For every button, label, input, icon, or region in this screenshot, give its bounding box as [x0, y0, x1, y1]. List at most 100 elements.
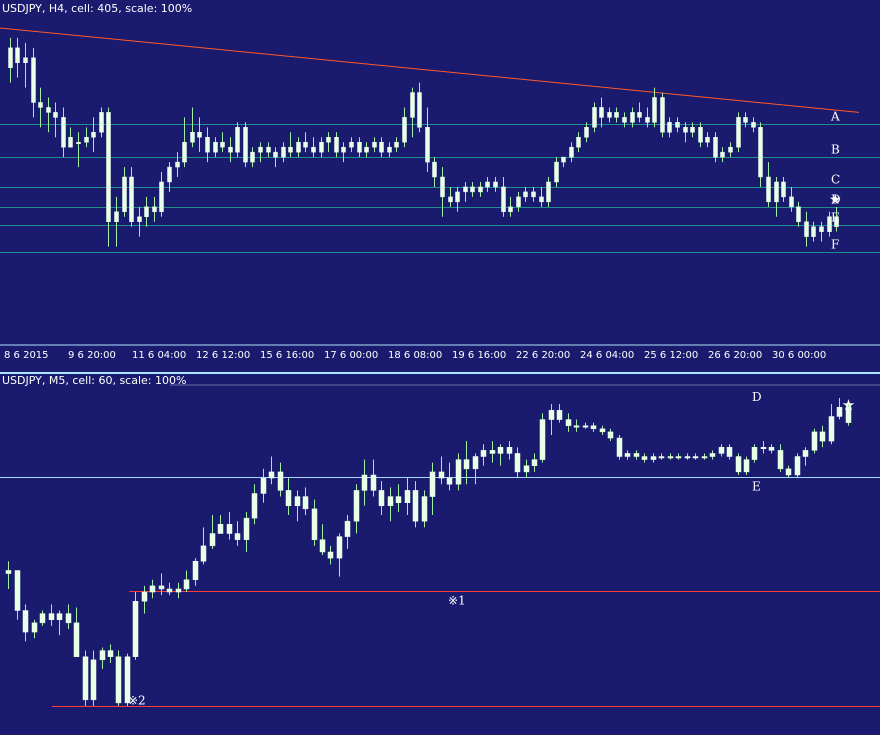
h4-candle-body — [758, 127, 763, 178]
m5-candle-body — [209, 533, 216, 547]
h4-candle — [243, 122, 248, 168]
m5-candle-body — [802, 450, 809, 457]
h4-candle-body — [250, 151, 255, 163]
h4-candle-body — [448, 196, 453, 203]
m5-candle-body — [107, 650, 114, 657]
m5-candle-body — [234, 533, 241, 540]
m5-candle-body — [192, 560, 199, 580]
m5-candle-body — [361, 474, 368, 491]
h4-candle-body — [341, 146, 346, 153]
h4-candle-body — [508, 206, 513, 213]
m5-candle-body — [667, 456, 674, 459]
h4-candle-body — [675, 122, 680, 128]
m5-candle-body — [149, 585, 156, 593]
h4-candle-body — [827, 216, 832, 232]
h4-x-tick-label: 8 6 2015 — [4, 350, 49, 361]
m5-candle-body — [463, 459, 470, 470]
m5-candle-body — [378, 490, 385, 507]
m5-candle-body — [90, 659, 97, 701]
h4-level-label-c: C — [831, 173, 840, 187]
m5-candle-body — [158, 585, 165, 590]
h4-candle-body — [660, 97, 665, 133]
h4-candle-body — [652, 97, 657, 123]
m5-candle-body — [200, 545, 207, 562]
h4-candle-body — [743, 117, 748, 123]
m5-candle-body — [73, 622, 80, 657]
h4-candle-body — [114, 211, 119, 222]
h4-candle-body — [91, 132, 96, 138]
h4-candle-body — [129, 176, 134, 222]
m5-candle-body — [421, 496, 428, 522]
h4-candle-body — [531, 191, 536, 198]
h4-candle-body — [53, 112, 58, 118]
h4-candle-body — [15, 47, 20, 63]
h4-candle-body — [311, 146, 316, 153]
m5-candle-body — [22, 610, 29, 633]
m5-candle-body — [650, 456, 657, 460]
m5-candle-body — [480, 450, 487, 457]
h4-candle-body — [159, 181, 164, 213]
h4-candle-body — [736, 117, 741, 148]
m5-candle-body — [395, 496, 402, 503]
m5-candle-body — [633, 453, 640, 457]
h4-candle-body — [303, 141, 308, 148]
m5-candle-body — [489, 450, 496, 454]
h4-level-label-f: F — [831, 238, 839, 252]
h4-candle-body — [197, 132, 202, 138]
h4-candle-body — [834, 216, 839, 227]
m5-candle-body — [319, 539, 326, 553]
h4-candle-body — [152, 206, 157, 213]
h4-candle-body — [622, 117, 627, 123]
h4-candle-body — [137, 216, 142, 222]
h4-candle-body — [364, 146, 369, 153]
h4-candle-body — [46, 107, 51, 113]
h4-candle-body — [485, 181, 490, 188]
m5-candle-body — [353, 490, 360, 522]
h4-candle-body — [84, 137, 89, 143]
m5-candle-body — [819, 431, 826, 442]
m5-candle-body — [387, 496, 394, 507]
m5-candle-body — [751, 447, 758, 460]
h4-candle-body — [68, 137, 73, 148]
m5-candle-body — [260, 477, 267, 494]
m5-candle-body — [124, 656, 131, 704]
m5-candle-body — [709, 453, 716, 457]
m5-candle — [735, 453, 742, 475]
h4-candle-body — [561, 156, 566, 163]
h4-candle-body — [349, 141, 354, 148]
h4-candle-body — [319, 141, 324, 153]
h4-candle-body — [455, 191, 460, 203]
h4-candle — [235, 122, 240, 158]
m5-note-2: ※2 — [128, 694, 146, 708]
h4-candle-body — [690, 127, 695, 133]
m5-candle-body — [624, 453, 631, 457]
m5-candle-body — [5, 570, 12, 574]
m5-candle-body — [675, 456, 682, 459]
m5-candle-body — [132, 601, 139, 657]
m5-candle-body — [845, 406, 852, 423]
h4-candle-body — [523, 191, 528, 198]
m5-candle-body — [370, 474, 377, 491]
m5-candle-body — [701, 456, 708, 459]
h4-candle-body — [394, 141, 399, 148]
m5-candle-body — [684, 456, 691, 459]
m5-candle-body — [412, 490, 419, 522]
h4-candle — [758, 122, 763, 187]
m5-candle-body — [828, 416, 835, 442]
h4-candle-body — [705, 137, 710, 143]
m5-candle-body — [251, 493, 258, 519]
h4-candle-body — [554, 161, 559, 183]
h4-candle-body — [774, 181, 779, 203]
m5-candle-body — [311, 508, 318, 540]
h4-candle-body — [463, 186, 468, 193]
m5-candle-body — [785, 468, 792, 476]
m5-candle-body — [539, 419, 546, 460]
m5-candle-body — [327, 551, 334, 559]
h4-candle-body — [584, 127, 589, 138]
h4-candle-body — [379, 141, 384, 153]
m5-candle — [811, 428, 818, 454]
m5-candle-body — [692, 456, 699, 459]
m5-candle-body — [217, 524, 224, 534]
h4-candle-body — [637, 112, 642, 118]
h4-candle-body — [76, 141, 81, 144]
